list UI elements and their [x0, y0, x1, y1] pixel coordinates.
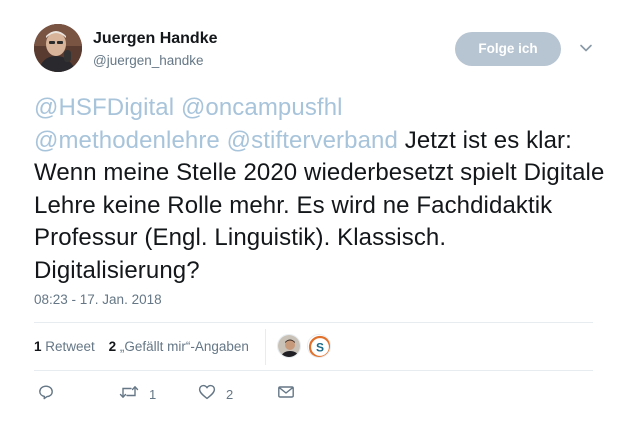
mention-link[interactable]: @HSFDigital [34, 94, 174, 121]
liker-avatar[interactable] [277, 334, 301, 358]
retweet-count: 1 [34, 339, 42, 354]
divider [34, 322, 593, 323]
author-name[interactable]: Juergen Handke [93, 30, 217, 48]
author-avatar[interactable] [34, 24, 82, 72]
likes-label: „Gefällt mir“-Angaben [119, 339, 249, 354]
liker-letter: S [316, 341, 324, 355]
tweet-timestamp[interactable]: 08:23 - 17. Jan. 2018 [34, 292, 162, 307]
likes-stat[interactable]: 2 „Gefällt mir“-Angaben [109, 339, 249, 354]
stats-divider [265, 329, 266, 365]
tweet-text: @HSFDigital @oncampusfhl @methodenlehre … [34, 92, 609, 287]
heart-icon [198, 384, 216, 405]
like-button[interactable]: 2 [198, 384, 233, 404]
retweet-stat[interactable]: 1 Retweet [34, 339, 95, 354]
retweet-action-count: 1 [149, 386, 157, 402]
likes-count: 2 [108, 339, 117, 354]
author-handle[interactable]: @juergen_handke [93, 53, 204, 68]
divider [34, 370, 593, 371]
retweet-label: Retweet [45, 339, 95, 354]
retweet-icon [119, 384, 139, 405]
following-button[interactable]: Folge ich [455, 32, 561, 66]
reply-button[interactable] [38, 384, 54, 404]
mention-link[interactable]: @oncampusfhl [181, 94, 343, 121]
mention-link[interactable]: @methodenlehre [34, 127, 220, 154]
chevron-down-icon[interactable] [578, 40, 594, 56]
mention-link[interactable]: @stifterverband [227, 127, 398, 154]
tweet-stats: 1 Retweet 2 „Gefällt mir“-Angaben [34, 339, 259, 354]
letter-s-avatar[interactable]: S [307, 334, 331, 358]
direct-message-button[interactable] [277, 384, 295, 404]
like-action-count: 2 [226, 386, 234, 402]
tweet-card: Juergen Handke @juergen_handke Folge ich… [0, 0, 627, 428]
retweet-button[interactable]: 1 [119, 384, 156, 404]
envelope-icon [277, 384, 295, 405]
reply-icon [38, 384, 54, 405]
